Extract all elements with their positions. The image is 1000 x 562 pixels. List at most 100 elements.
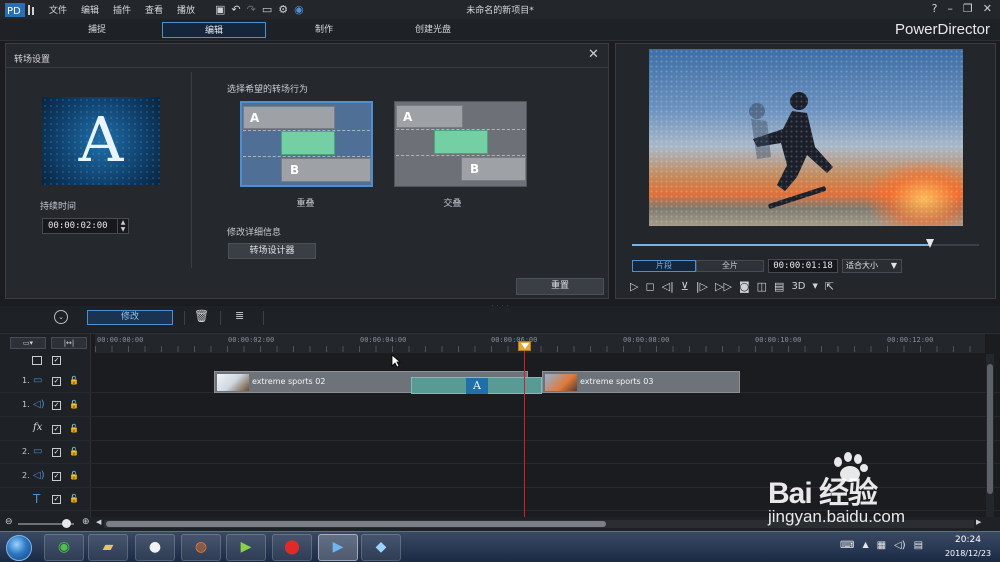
- start-button[interactable]: [6, 535, 32, 561]
- zoom-slider-knob[interactable]: [62, 519, 71, 528]
- track-enable-checkbox[interactable]: ✓: [52, 495, 61, 504]
- cross-option[interactable]: A B: [394, 101, 527, 187]
- help-icon[interactable]: ?: [932, 2, 938, 15]
- duration-spinner[interactable]: ▲ ▼: [117, 219, 128, 233]
- taskbar-app-firefox[interactable]: ◍: [181, 534, 221, 561]
- reset-button[interactable]: 重置: [516, 278, 604, 295]
- volume-icon[interactable]: ◫: [757, 280, 767, 293]
- transition-thumbnail: A: [42, 97, 160, 185]
- play-icon[interactable]: ▷: [630, 280, 638, 293]
- menu-bar: PD 文件 编辑 插件 查看 播放 ▣ ↶ ↷ ▭ ⚙ ◉ 未命名的新项目* ?…: [0, 0, 1000, 19]
- playhead-triangle-icon: [521, 343, 529, 349]
- track-enable-checkbox[interactable]: ✓: [52, 448, 61, 457]
- timeline-transition[interactable]: A: [411, 377, 542, 394]
- tab-capture[interactable]: 捕捉: [45, 22, 149, 38]
- ruler-label: 00:00:02:00: [228, 336, 275, 344]
- taskbar-app-media[interactable]: ▶: [226, 534, 266, 561]
- panel-close-icon[interactable]: ✕: [588, 47, 599, 62]
- split-marker-icon[interactable]: ⊻: [681, 280, 689, 293]
- duration-input[interactable]: 00:00:02:00 ▲ ▼: [42, 218, 129, 234]
- zoom-slider[interactable]: [18, 519, 74, 528]
- 3d-chevron-icon[interactable]: ▼: [813, 282, 818, 290]
- lock-icon[interactable]: 🔓: [69, 494, 79, 503]
- timeline-ruler[interactable]: 00:00:00:00 00:00:02:00 00:00:04:00 00:0…: [95, 334, 985, 353]
- fx-track-icon: fx: [33, 422, 43, 433]
- taskbar-app-recorder[interactable]: ⬤: [272, 534, 312, 561]
- behavior-label: 选择希望的转场行为: [227, 85, 309, 95]
- undock-icon[interactable]: ⇱: [825, 280, 834, 293]
- next-frame-icon[interactable]: |▷: [696, 280, 708, 293]
- subtitle-icon[interactable]: ▤: [774, 280, 784, 293]
- zoom-out-icon[interactable]: ⊖: [5, 517, 13, 527]
- transition-designer-button[interactable]: 转场设计器: [228, 243, 316, 259]
- timeline-vertical-scrollbar[interactable]: [986, 354, 994, 525]
- playhead-marker[interactable]: [518, 341, 531, 351]
- powerdirector-icon: ▶: [332, 539, 344, 555]
- lock-icon[interactable]: 🔓: [69, 424, 79, 433]
- duration-value[interactable]: 00:00:02:00: [48, 221, 108, 231]
- clock-time[interactable]: 20:24: [940, 535, 996, 545]
- taskbar-app-explorer[interactable]: ▰: [88, 534, 128, 561]
- track-enable-checkbox[interactable]: ✓: [52, 377, 61, 386]
- vertical-scroll-thumb[interactable]: [987, 364, 993, 494]
- volume-icon[interactable]: ◁): [894, 540, 906, 551]
- fast-forward-icon[interactable]: ▷▷: [715, 280, 732, 293]
- fit-size-dropdown[interactable]: 适合大小 ▼: [842, 259, 902, 273]
- fit-timeline-button[interactable]: |↔|: [51, 337, 87, 349]
- movie-mode-button[interactable]: 全片: [696, 260, 764, 272]
- keyboard-icon[interactable]: ⌨: [840, 540, 854, 551]
- spin-down-icon[interactable]: ▼: [118, 226, 128, 233]
- tab-create-disc[interactable]: 创建光盘: [381, 22, 485, 38]
- preview-scrubber[interactable]: [632, 239, 979, 248]
- track-enable-checkbox[interactable]: ✓: [52, 472, 61, 481]
- action-center-icon[interactable]: ▤: [914, 540, 923, 551]
- restore-icon[interactable]: ❐: [963, 2, 973, 15]
- lock-icon[interactable]: 🔓: [69, 400, 79, 409]
- clip-list-icon[interactable]: ≣: [235, 309, 244, 322]
- thumbnail-letter: A: [78, 103, 124, 176]
- close-icon[interactable]: ✕: [983, 2, 992, 15]
- clip-thumbnail: [545, 374, 577, 391]
- all-tracks-checkbox[interactable]: ✓: [52, 356, 61, 365]
- clock-date[interactable]: 2018/12/23: [940, 549, 996, 558]
- expand-chevron-icon[interactable]: ⌄: [54, 310, 68, 324]
- previous-frame-icon[interactable]: ◁|: [662, 280, 674, 293]
- timeline-clip[interactable]: extreme sports 03: [542, 371, 740, 393]
- tab-edit[interactable]: 编辑: [162, 22, 266, 38]
- modify-button[interactable]: 修改: [87, 310, 173, 325]
- all-tracks-preview-icon[interactable]: [32, 356, 42, 365]
- lock-icon[interactable]: 🔓: [69, 447, 79, 456]
- track-manager-button[interactable]: ▭▾: [10, 337, 46, 349]
- toolbar-separator: [220, 311, 221, 325]
- scroll-left-icon[interactable]: ◀: [96, 518, 101, 526]
- tray-chevron-icon[interactable]: ▲: [862, 540, 868, 551]
- cross-bar-a: A: [396, 105, 463, 128]
- network-icon[interactable]: ▦: [877, 540, 886, 551]
- lock-icon[interactable]: 🔓: [69, 376, 79, 385]
- playhead-line[interactable]: [524, 344, 525, 525]
- overlap-letter-a: A: [250, 111, 260, 125]
- minimize-icon[interactable]: –: [947, 2, 953, 15]
- transition-thumb-letter: A: [466, 378, 488, 394]
- lock-icon[interactable]: 🔓: [69, 471, 79, 480]
- taskbar-app-browser[interactable]: ◉: [44, 534, 84, 561]
- track-enable-checkbox[interactable]: ✓: [52, 425, 61, 434]
- track-enable-checkbox[interactable]: ✓: [52, 401, 61, 410]
- stop-icon[interactable]: ◻: [645, 280, 654, 293]
- 3d-toggle[interactable]: 3D: [791, 281, 805, 292]
- mode-tabs: 捕捉 编辑 制作 创建光盘 PowerDirector: [0, 19, 1000, 41]
- zoom-in-icon[interactable]: ⊕: [82, 517, 90, 527]
- taskbar-app-qq[interactable]: ●: [135, 534, 175, 561]
- horizontal-scroll-thumb[interactable]: [106, 521, 606, 527]
- scrubber-handle[interactable]: [926, 239, 935, 248]
- preview-droplets: [649, 49, 963, 226]
- taskbar-app-powerdirector[interactable]: ▶: [318, 534, 358, 561]
- overlap-option[interactable]: A B: [240, 101, 373, 187]
- clip-mode-button[interactable]: 片段: [632, 260, 696, 272]
- trash-icon[interactable]: 🗑: [194, 309, 209, 323]
- spin-up-icon[interactable]: ▲: [118, 219, 128, 226]
- snapshot-camera-icon[interactable]: ◙: [739, 280, 750, 293]
- tab-produce[interactable]: 制作: [272, 22, 376, 38]
- timecode-display[interactable]: 00:00:01:18: [768, 259, 838, 273]
- taskbar-app-notes[interactable]: ◆: [361, 534, 401, 561]
